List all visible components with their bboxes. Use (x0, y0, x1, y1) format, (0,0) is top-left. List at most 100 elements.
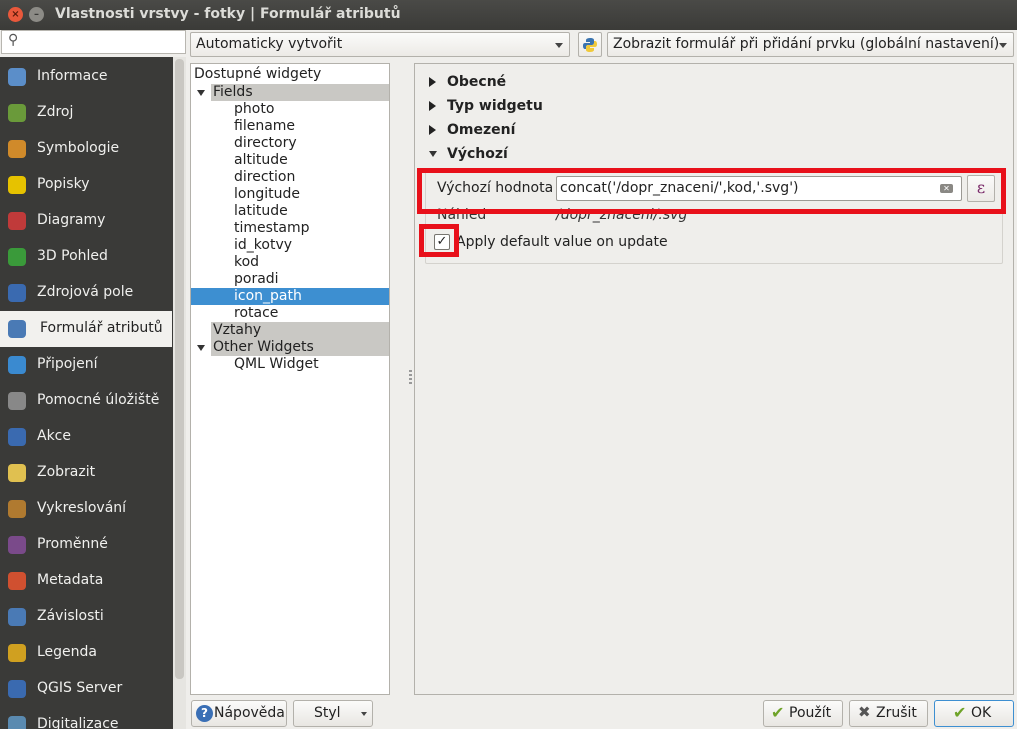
labels-icon (5, 173, 29, 197)
tree-field-item-label: timestamp (234, 220, 310, 236)
tree-field-item[interactable]: direction (191, 169, 389, 186)
sidebar: Informace Zdroj Symbologie Popisky Diagramy 3… (0, 57, 186, 729)
tree-field-item-label: photo (234, 101, 275, 117)
sidebar-item-label: Formulář atributů (40, 320, 163, 336)
sidebar-item[interactable]: Symbologie (0, 131, 172, 167)
section-constraints-label: Omezení (447, 122, 516, 138)
diagrams-icon (5, 209, 29, 233)
close-window-button[interactable]: × (8, 7, 23, 22)
check-icon: ✔ (953, 703, 967, 722)
cancel-button[interactable]: ✖ Zrušit (849, 700, 928, 727)
search-icon: ⚲ (8, 32, 19, 48)
tree-field-item[interactable]: longitude (191, 186, 389, 203)
sidebar-item-label: Diagramy (37, 212, 106, 228)
chevron-down-icon (999, 43, 1007, 48)
style-button[interactable]: Styl (293, 700, 373, 727)
sidebar-item[interactable]: Legenda (0, 635, 172, 671)
rendering-icon (5, 497, 29, 521)
apply-button-label: Použít (789, 705, 832, 721)
tree-field-item[interactable]: kod (191, 254, 389, 271)
actions-icon (5, 425, 29, 449)
sidebar-item[interactable]: Připojení (0, 347, 172, 383)
check-icon: ✔ (771, 703, 785, 722)
tree-group-relations[interactable]: Vztahy (211, 322, 389, 339)
tree-field-item-label: directory (234, 135, 297, 151)
ok-button[interactable]: ✔ OK (934, 700, 1014, 727)
sidebar-item-label: Symbologie (37, 140, 120, 156)
sidebar-item[interactable]: QGIS Server (0, 671, 172, 707)
sidebar-scrollbar[interactable] (173, 57, 186, 729)
available-widgets-tree[interactable]: Dostupné widgety Fields photo filename dire… (190, 63, 390, 695)
legend-icon (5, 641, 29, 665)
sidebar-item-label: Vykreslování (37, 500, 127, 516)
minimize-window-button[interactable]: – (29, 7, 44, 22)
joins-icon (5, 353, 29, 377)
highlight-expression-row (417, 168, 1006, 214)
tree-group-other-widgets[interactable]: Other Widgets (211, 339, 389, 356)
tree-field-item[interactable]: filename (191, 118, 389, 135)
sidebar-scrollbar-thumb[interactable] (175, 59, 184, 679)
style-button-label: Styl (314, 705, 341, 721)
digitizing-icon (5, 713, 29, 729)
tree-field-item[interactable]: timestamp (191, 220, 389, 237)
show-form-select[interactable]: Zobrazit formulář při přidání prvku (glo… (607, 32, 1014, 57)
sidebar-item-label: Popisky (37, 176, 90, 192)
sidebar-item[interactable]: Akce (0, 419, 172, 455)
sidebar-item-label: Připojení (37, 356, 98, 372)
section-defaults-label: Výchozí (447, 146, 508, 162)
tree-field-item[interactable]: altitude (191, 152, 389, 169)
help-button[interactable]: ? Nápověda (191, 700, 287, 727)
chevron-down-icon[interactable] (197, 345, 205, 351)
chevron-down-icon (555, 43, 563, 48)
tree-field-item-label: latitude (234, 203, 288, 219)
tree-field-item[interactable]: poradi (191, 271, 389, 288)
sidebar-item[interactable]: Zdrojová pole (0, 275, 172, 311)
show-form-value: Zobrazit formulář při přidání prvku (glo… (613, 36, 1000, 52)
highlight-checkbox (419, 224, 459, 257)
sidebar-item-label: Digitalizace (37, 716, 119, 729)
tree-field-item[interactable]: id_kotvy (191, 237, 389, 254)
tree-field-item[interactable]: photo (191, 101, 389, 118)
sidebar-item[interactable]: Zdroj (0, 95, 172, 131)
3d-view-icon (5, 245, 29, 269)
sidebar-item[interactable]: Pomocné úložiště (0, 383, 172, 419)
tree-field-item-label: icon_path (234, 288, 302, 304)
sidebar-item[interactable]: Digitalizace (0, 707, 172, 729)
help-icon: ? (196, 705, 213, 722)
tree-other-item[interactable]: QML Widget (191, 356, 389, 373)
layout-mode-select[interactable]: Automaticky vytvořit (190, 32, 570, 57)
chevron-down-icon[interactable] (197, 90, 205, 96)
sidebar-item[interactable]: Informace (0, 59, 172, 95)
chevron-right-icon (429, 77, 436, 87)
tree-field-item-label: id_kotvy (234, 237, 293, 253)
sidebar-item-label: Akce (37, 428, 71, 444)
tree-header: Dostupné widgety (194, 66, 322, 82)
tree-group-fields-label: Fields (213, 84, 253, 100)
sidebar-item[interactable]: Závislosti (0, 599, 172, 635)
tree-field-item[interactable]: rotace (191, 305, 389, 322)
sidebar-item[interactable]: Proměnné (0, 527, 172, 563)
sidebar-item[interactable]: Vykreslování (0, 491, 172, 527)
apply-button[interactable]: ✔ Použít (763, 700, 843, 727)
sidebar-item[interactable]: 3D Pohled (0, 239, 172, 275)
tree-group-fields[interactable]: Fields (211, 84, 389, 101)
tree-field-item[interactable]: icon_path (191, 288, 389, 305)
tree-field-item-label: longitude (234, 186, 300, 202)
chevron-right-icon (429, 125, 436, 135)
splitter-handle[interactable] (409, 370, 412, 386)
tree-field-item[interactable]: latitude (191, 203, 389, 220)
sidebar-item[interactable]: Zobrazit (0, 455, 172, 491)
section-widget-type-label: Typ widgetu (447, 98, 543, 114)
tree-field-item[interactable]: directory (191, 135, 389, 152)
sidebar-item-label: Zdrojová pole (37, 284, 134, 300)
sidebar-search-input[interactable]: ⚲ (1, 30, 186, 54)
sidebar-item[interactable]: Popisky (0, 167, 172, 203)
sidebar-item[interactable]: Metadata (0, 563, 172, 599)
sidebar-item-label: Závislosti (37, 608, 104, 624)
tree-group-other-widgets-label: Other Widgets (213, 339, 314, 355)
python-init-button[interactable] (578, 32, 602, 57)
dependencies-icon (5, 605, 29, 629)
sidebar-item[interactable]: Formulář atributů (0, 311, 172, 347)
sidebar-item-label: Legenda (37, 644, 98, 660)
sidebar-item[interactable]: Diagramy (0, 203, 172, 239)
